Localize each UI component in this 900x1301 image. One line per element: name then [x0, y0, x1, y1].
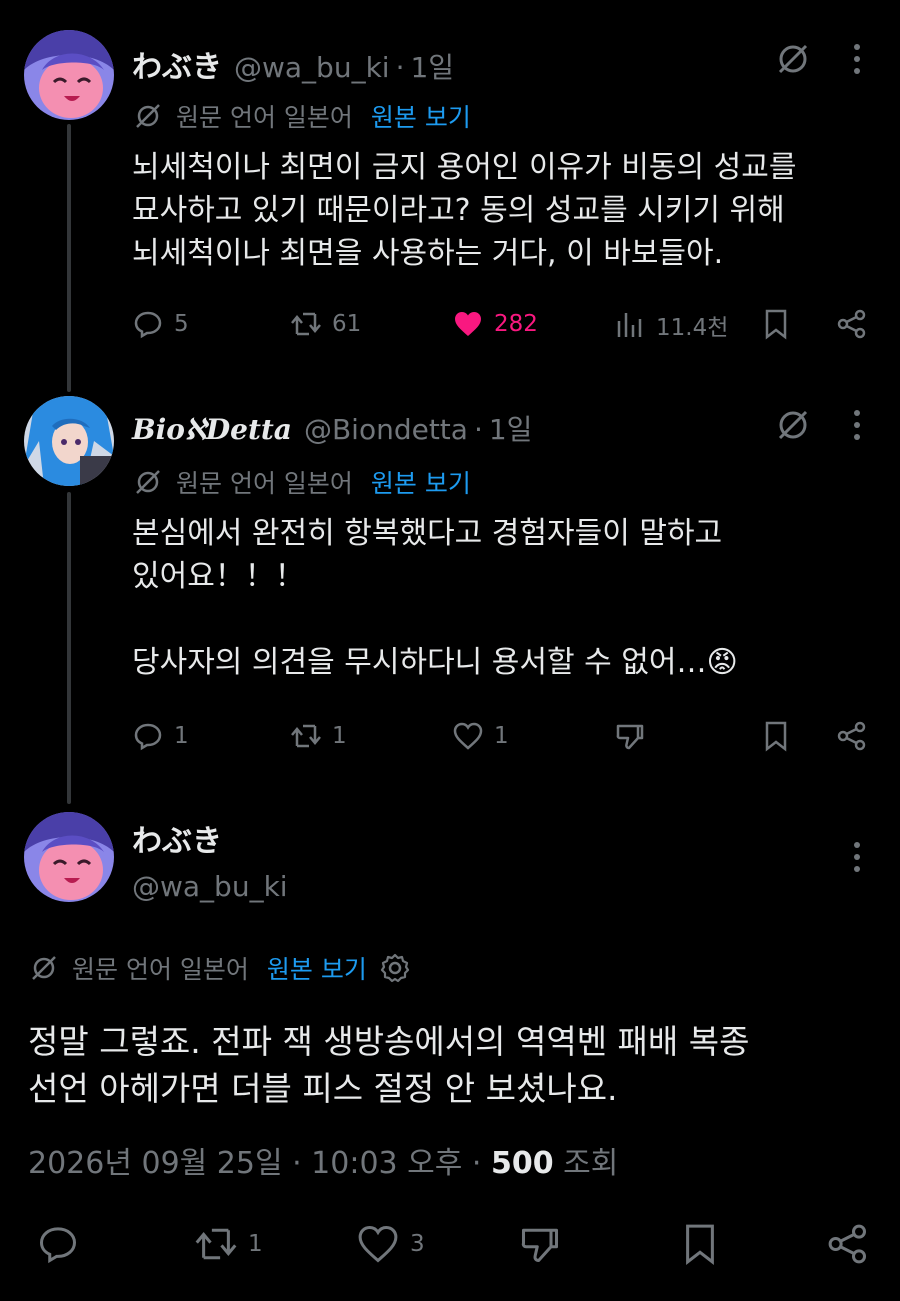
- tweet1-time[interactable]: 1일: [410, 46, 454, 86]
- like-count: 3: [410, 1231, 425, 1257]
- main-text: 정말 그렇죠. 전파 잭 생방송에서의 역역벤 패배 복종 선언 아헤가면 더블…: [28, 1022, 750, 1108]
- separator-dot: ·: [395, 51, 405, 84]
- main-header-handle: @wa_bu_ki: [120, 870, 288, 903]
- main-views-count: 500: [491, 1146, 554, 1181]
- like-button[interactable]: 282: [452, 308, 538, 340]
- source-language-label: 원문 언어 일본어: [176, 103, 353, 132]
- like-count: 282: [494, 311, 538, 337]
- translate-icon: [136, 470, 160, 494]
- main-meta: 2026년 09월 25일 · 10:03 오후 · 500 조회: [28, 1138, 618, 1182]
- thread-line-1: [67, 124, 71, 392]
- thread-line-2: [67, 492, 71, 804]
- like-button[interactable]: 1: [452, 720, 509, 752]
- tweet2-text: 본심에서 완전히 항복했다고 경험자들이 말하고 있어요！！！ 당사자의 의견을…: [132, 516, 738, 680]
- repost-count: 1: [332, 723, 347, 749]
- like-count: 1: [494, 723, 509, 749]
- reply-button[interactable]: 1: [132, 720, 189, 752]
- like-icon: [358, 1225, 398, 1263]
- main-header-name: わぶき: [132, 816, 222, 860]
- bookmark-icon: [765, 721, 787, 752]
- reply-count: 1: [174, 723, 189, 749]
- tweet1-action-bar: 5 61 282 11.4천: [132, 308, 872, 348]
- main-date[interactable]: 2026년 09월 25일 · 10:03 오후: [28, 1146, 462, 1181]
- repost-button[interactable]: 1: [290, 720, 347, 752]
- translate-icon: [32, 956, 56, 980]
- bookmark-icon: [686, 1224, 714, 1265]
- more-icon[interactable]: [852, 840, 862, 874]
- view-original-link[interactable]: 원본 보기: [371, 464, 471, 500]
- views-button[interactable]: 11.4천: [614, 308, 728, 342]
- main-views-label: 조회: [563, 1146, 619, 1181]
- more-icon[interactable]: [852, 408, 862, 442]
- share-icon: [837, 721, 866, 751]
- tweet1-translation-info: 원문 언어 일본어 원본 보기: [134, 98, 471, 134]
- repost-button[interactable]: 1: [194, 1222, 263, 1266]
- view-original-link[interactable]: 원본 보기: [267, 950, 367, 986]
- dislike-icon: [521, 1228, 559, 1263]
- reply-button[interactable]: 5: [132, 308, 189, 340]
- separator-dot: ·: [473, 413, 483, 446]
- more-icon[interactable]: [852, 42, 862, 76]
- reply-icon: [39, 1227, 77, 1264]
- repost-button[interactable]: 61: [290, 308, 361, 340]
- share-button[interactable]: [836, 308, 868, 340]
- share-icon: [837, 309, 866, 339]
- like-icon: [453, 722, 483, 750]
- source-language-label: 원문 언어 일본어: [72, 955, 249, 984]
- tweet2-translation-info: 원문 언어 일본어 원본 보기: [134, 464, 471, 500]
- views-count: 11.4천: [656, 315, 729, 341]
- tweet1-text: 뇌세척이나 최면이 금지 용어인 이유가 비동의 성교를 묘사하고 있기 때문이…: [132, 150, 797, 271]
- bookmark-button[interactable]: [678, 1222, 722, 1266]
- dislike-button[interactable]: [518, 1222, 562, 1266]
- main-action-bar: 1 3: [0, 1222, 900, 1272]
- tweet1-handle[interactable]: @wa_bu_ki: [234, 51, 390, 84]
- tweet2-header: 𝑩𝒊𝒐ℵ𝑫𝒆𝒕𝒕𝒂 @Biondetta · 1일: [132, 408, 532, 448]
- bookmark-icon: [765, 309, 787, 340]
- main-display-name[interactable]: わぶき: [132, 816, 222, 860]
- tweet2-time[interactable]: 1일: [489, 408, 533, 448]
- repost-count: 1: [248, 1231, 263, 1257]
- bookmark-button[interactable]: [760, 308, 792, 340]
- repost-count: 61: [332, 311, 362, 337]
- reply-button[interactable]: [36, 1222, 80, 1266]
- share-button[interactable]: [826, 1222, 870, 1266]
- tweet2-display-name[interactable]: 𝑩𝒊𝒐ℵ𝑫𝒆𝒕𝒕𝒂: [132, 413, 292, 446]
- repost-icon: [291, 312, 321, 336]
- translate-icon: [136, 104, 160, 128]
- avatar-wabuki[interactable]: [24, 30, 114, 120]
- tweet2-handle[interactable]: @Biondetta: [304, 413, 468, 446]
- repost-icon: [291, 724, 321, 748]
- repost-icon: [195, 1228, 237, 1260]
- dislike-icon: [616, 724, 644, 750]
- bookmark-button[interactable]: [760, 720, 792, 752]
- share-button[interactable]: [836, 720, 868, 752]
- like-icon: [455, 312, 481, 336]
- reply-icon: [134, 723, 162, 751]
- tweet2-action-bar: 1 1 1: [132, 720, 872, 760]
- view-original-link[interactable]: 원본 보기: [371, 98, 471, 134]
- avatar-biondetta[interactable]: [24, 396, 114, 486]
- grok-icon[interactable]: [776, 42, 810, 76]
- avatar-wabuki[interactable]: [24, 812, 114, 902]
- main-translation-info: 원문 언어 일본어 원본 보기: [30, 950, 411, 986]
- reply-count: 5: [174, 311, 189, 337]
- tweet1-display-name[interactable]: わぶき: [132, 42, 222, 86]
- tweet1-header: わぶき @wa_bu_ki · 1일: [132, 42, 454, 86]
- source-language-label: 원문 언어 일본어: [176, 469, 353, 498]
- reply-icon: [134, 311, 162, 339]
- like-button[interactable]: 3: [356, 1222, 425, 1266]
- main-handle[interactable]: @wa_bu_ki: [132, 870, 288, 903]
- grok-icon[interactable]: [776, 408, 810, 442]
- settings-icon[interactable]: [379, 952, 411, 984]
- share-icon: [828, 1224, 867, 1264]
- separator-dot: ·: [471, 1146, 491, 1181]
- views-icon: [617, 313, 642, 337]
- dislike-button[interactable]: [614, 720, 646, 752]
